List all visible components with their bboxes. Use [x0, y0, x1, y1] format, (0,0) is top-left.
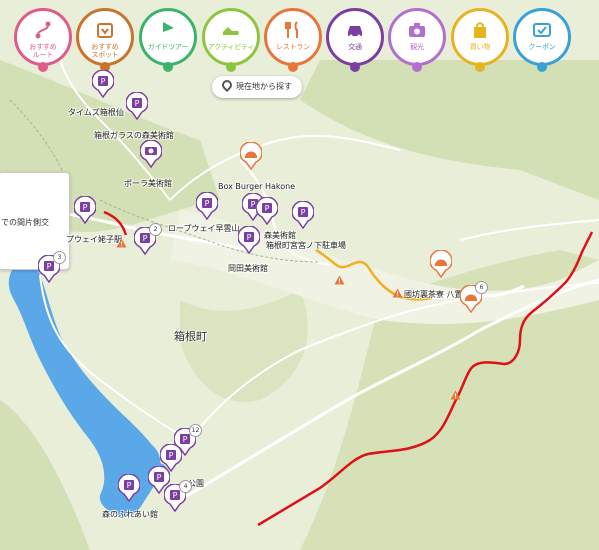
- svg-text:P: P: [101, 77, 106, 86]
- traffic-info-text: での間片側交: [1, 218, 49, 227]
- svg-text:P: P: [127, 481, 132, 490]
- category-button[interactable]: 交通: [326, 8, 384, 72]
- map-label: タイムズ箱根仙: [68, 108, 124, 117]
- category-dot: [412, 62, 422, 72]
- map-label: 國坊裏茶寮 八置: [404, 290, 463, 299]
- parking-marker[interactable]: P: [74, 196, 96, 224]
- category-bar: おすすめ ルート おすすめ スポット ガイドツアー アクティビティ レストラン 交通 観光 買…: [0, 0, 599, 78]
- map-label: プウェイ姥子駅: [66, 235, 122, 244]
- category-dot: [163, 62, 173, 72]
- category-button[interactable]: 買い物: [451, 8, 509, 72]
- locate-current-label: 現在地から探す: [236, 82, 292, 91]
- cluster-count-badge: 3: [53, 251, 66, 264]
- map-label: ポーラ美術館: [124, 179, 172, 188]
- category-dot: [288, 62, 298, 72]
- map-label: 岡田美術館: [228, 264, 268, 273]
- parking-marker[interactable]: P2: [134, 223, 162, 255]
- category-button[interactable]: おすすめ ルート: [14, 8, 72, 72]
- parking-marker[interactable]: P: [196, 192, 218, 220]
- camera-icon: [409, 23, 425, 37]
- map-label: 森美術館: [264, 231, 296, 240]
- flag-icon: [163, 22, 174, 38]
- category-label: 買い物: [469, 43, 491, 51]
- town-label: 箱根町: [174, 330, 207, 343]
- shopping-bag-icon: [474, 22, 486, 38]
- warning-icon[interactable]: [116, 238, 127, 248]
- route-icon: [35, 21, 51, 39]
- shoe-icon: [223, 27, 239, 35]
- parking-marker[interactable]: P: [238, 226, 260, 254]
- svg-text:P: P: [157, 473, 162, 482]
- map-label: ロープウェイ早雲山: [168, 224, 240, 233]
- svg-text:P: P: [265, 204, 270, 213]
- category-label: おすすめ ルート: [29, 43, 57, 59]
- fork-knife-icon: [285, 21, 298, 38]
- category-label: おすすめ スポット: [91, 43, 119, 59]
- category-dot: [226, 62, 236, 72]
- sightseeing-marker[interactable]: [140, 140, 162, 168]
- svg-text:P: P: [205, 199, 210, 208]
- parking-marker[interactable]: P: [92, 70, 114, 98]
- location-pin-icon: [219, 77, 235, 93]
- svg-text:P: P: [173, 491, 178, 500]
- svg-text:P: P: [83, 203, 88, 212]
- cluster-count-badge: 6: [475, 281, 488, 294]
- category-label: レストラン: [276, 43, 310, 51]
- parking-marker[interactable]: P: [148, 466, 170, 494]
- cluster-count-badge: 12: [189, 424, 202, 437]
- restaurant-marker[interactable]: 6: [460, 281, 488, 313]
- category-button[interactable]: レストラン: [264, 8, 322, 72]
- svg-text:P: P: [301, 208, 306, 217]
- category-button[interactable]: クーポン: [513, 8, 571, 72]
- cluster-count-badge: 4: [179, 480, 192, 493]
- category-label: 観光: [410, 43, 424, 51]
- svg-text:P: P: [251, 200, 256, 209]
- svg-text:P: P: [247, 233, 252, 242]
- category-dot: [537, 62, 547, 72]
- restaurant-marker[interactable]: [240, 142, 262, 170]
- spot-icon: [97, 23, 113, 38]
- parking-marker[interactable]: P: [292, 201, 314, 229]
- parking-marker[interactable]: P: [256, 197, 278, 225]
- category-label: クーポン: [528, 43, 556, 51]
- cluster-count-badge: 2: [149, 223, 162, 236]
- coupon-icon: [533, 23, 551, 37]
- category-label: 交通: [348, 43, 362, 51]
- map-label: 森のふれあい館: [102, 510, 158, 519]
- svg-text:P: P: [143, 234, 148, 243]
- category-label: ガイドツアー: [147, 43, 189, 51]
- locate-current-button[interactable]: 現在地から探す: [212, 76, 302, 98]
- car-icon: [348, 26, 362, 38]
- svg-text:P: P: [183, 435, 188, 444]
- parking-marker[interactable]: P: [118, 474, 140, 502]
- category-button[interactable]: 観光: [388, 8, 446, 72]
- category-dot: [475, 62, 485, 72]
- svg-text:P: P: [47, 262, 52, 271]
- parking-marker[interactable]: P3: [38, 251, 66, 283]
- category-dot: [38, 62, 48, 72]
- warning-icon[interactable]: [450, 390, 461, 400]
- map-label: 箱根町宮宮ノ下駐車場: [266, 241, 346, 250]
- map-label: Box Burger Hakone: [218, 182, 296, 191]
- category-button[interactable]: ガイドツアー: [139, 8, 197, 72]
- category-button[interactable]: おすすめ スポット: [76, 8, 134, 72]
- category-button[interactable]: アクティビティ: [202, 8, 260, 72]
- restaurant-marker[interactable]: [430, 250, 452, 278]
- category-label: アクティビティ: [207, 43, 255, 51]
- svg-text:P: P: [135, 99, 140, 108]
- category-dot: [350, 62, 360, 72]
- warning-icon[interactable]: [392, 288, 403, 298]
- parking-marker[interactable]: P: [126, 92, 148, 120]
- svg-text:P: P: [169, 451, 174, 460]
- warning-icon[interactable]: [334, 275, 345, 285]
